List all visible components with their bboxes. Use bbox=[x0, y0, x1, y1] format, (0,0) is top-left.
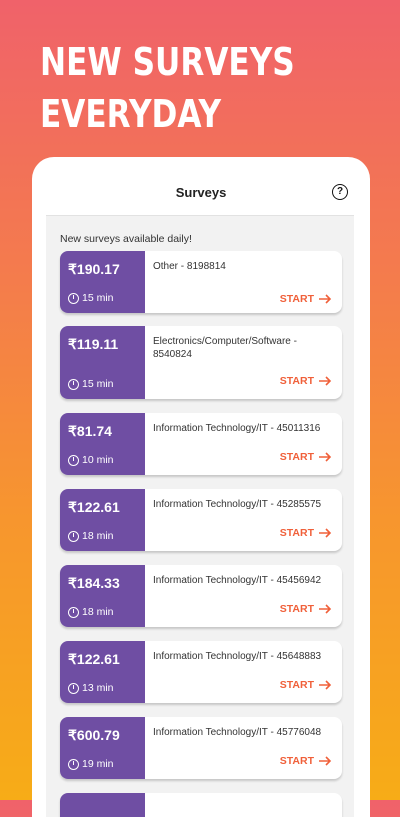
survey-reward-panel: ₹119.11 15 min bbox=[60, 326, 145, 399]
survey-info: Information Technology/IT - 45285575 bbox=[153, 498, 333, 551]
survey-card[interactable]: ₹81.74 10 min Information Technology/IT … bbox=[60, 413, 342, 475]
survey-info: Other - 8198814 bbox=[153, 260, 333, 313]
arrow-right-icon bbox=[319, 756, 332, 766]
survey-reward-panel: ₹81.74 10 min bbox=[60, 413, 145, 475]
survey-duration-row: 15 min bbox=[68, 292, 114, 304]
app-bar: Surveys ? bbox=[32, 157, 370, 217]
survey-duration-row: 13 min bbox=[68, 682, 114, 694]
start-button[interactable]: START bbox=[280, 293, 332, 305]
start-button[interactable]: START bbox=[280, 603, 332, 615]
start-button[interactable]: START bbox=[280, 679, 332, 691]
phone-frame: Surveys ? New surveys available daily! ₹… bbox=[32, 157, 370, 817]
survey-duration: 18 min bbox=[82, 606, 114, 618]
page-title: Surveys bbox=[175, 185, 227, 200]
start-button[interactable]: START bbox=[280, 527, 332, 539]
survey-name: Information Technology/IT - 45456942 bbox=[153, 575, 322, 586]
survey-card[interactable]: ₹119.11 15 min Electronics/Computer/Soft… bbox=[60, 326, 342, 399]
survey-reward-panel: ₹122.61 13 min bbox=[60, 641, 145, 703]
survey-duration-row: 18 min bbox=[68, 530, 114, 542]
survey-card[interactable]: ₹600.79 19 min Information Technology/IT… bbox=[60, 717, 342, 779]
survey-duration-row: 15 min bbox=[68, 378, 114, 390]
survey-amount: ₹81.74 bbox=[68, 423, 112, 439]
start-label: START bbox=[279, 375, 314, 387]
survey-duration: 19 min bbox=[82, 758, 114, 770]
survey-info: Electronics/Computer/Software - 8540824 bbox=[153, 335, 333, 399]
survey-duration: 15 min bbox=[82, 378, 114, 390]
survey-duration-row: 10 min bbox=[68, 454, 114, 466]
survey-name: Electronics/Computer/Software - 8540824 bbox=[153, 336, 297, 360]
survey-name: Information Technology/IT - 45648883 bbox=[153, 651, 322, 662]
survey-card[interactable]: ₹190.17 15 min Other - 8198814 START bbox=[60, 251, 342, 313]
survey-info: Information Technology/IT - 45648883 bbox=[153, 650, 333, 703]
survey-duration-row: 18 min bbox=[68, 606, 114, 618]
survey-info: Information Technology/IT - 45456942 bbox=[153, 574, 333, 627]
survey-name: Information Technology/IT - 45285575 bbox=[153, 499, 322, 510]
survey-duration-row: 19 min bbox=[68, 758, 114, 770]
timer-icon bbox=[68, 378, 79, 390]
survey-reward-panel: ₹122.61 18 min bbox=[60, 489, 145, 551]
arrow-right-icon bbox=[319, 680, 332, 690]
survey-name: Other - 8198814 bbox=[153, 261, 226, 272]
start-button[interactable]: START bbox=[280, 375, 332, 387]
start-label: START bbox=[279, 293, 314, 305]
survey-card[interactable]: ₹122.61 18 min Information Technology/IT… bbox=[60, 489, 342, 551]
arrow-right-icon bbox=[319, 528, 332, 538]
start-label: START bbox=[279, 527, 314, 539]
arrow-right-icon bbox=[319, 604, 332, 614]
survey-list-container: New surveys available daily! ₹190.17 15 … bbox=[46, 215, 354, 817]
timer-icon bbox=[68, 606, 79, 618]
survey-duration: 13 min bbox=[82, 682, 114, 694]
arrow-right-icon bbox=[319, 294, 332, 304]
arrow-right-icon bbox=[319, 376, 332, 386]
survey-reward-panel: ₹184.33 18 min bbox=[60, 565, 145, 627]
start-label: START bbox=[279, 451, 314, 463]
survey-duration: 18 min bbox=[82, 530, 114, 542]
survey-duration: 10 min bbox=[82, 454, 114, 466]
survey-card[interactable]: ₹184.33 18 min Information Technology/IT… bbox=[60, 565, 342, 627]
list-subtitle: New surveys available daily! bbox=[60, 233, 192, 245]
timer-icon bbox=[68, 530, 79, 542]
survey-info: Information Technology/IT - 45011316 bbox=[153, 422, 333, 475]
survey-amount: ₹119.11 bbox=[68, 336, 119, 352]
survey-amount: ₹190.17 bbox=[68, 261, 120, 277]
survey-name: Information Technology/IT - 45776048 bbox=[153, 727, 322, 738]
survey-card-partial[interactable] bbox=[60, 793, 342, 817]
start-label: START bbox=[279, 603, 314, 615]
timer-icon bbox=[68, 454, 79, 466]
arrow-right-icon bbox=[319, 452, 332, 462]
headline: NEW SURVEYS EVERYDAY bbox=[40, 36, 295, 140]
timer-icon bbox=[68, 758, 79, 770]
headline-line-1: NEW SURVEYS bbox=[40, 40, 295, 84]
survey-amount: ₹184.33 bbox=[68, 575, 120, 591]
start-button[interactable]: START bbox=[280, 755, 332, 767]
survey-name: Information Technology/IT - 45011316 bbox=[153, 423, 321, 434]
start-button[interactable]: START bbox=[280, 451, 332, 463]
survey-card[interactable]: ₹122.61 13 min Information Technology/IT… bbox=[60, 641, 342, 703]
survey-reward-panel bbox=[60, 793, 145, 817]
survey-amount: ₹122.61 bbox=[68, 499, 120, 515]
survey-info: Information Technology/IT - 45776048 bbox=[153, 726, 333, 779]
timer-icon bbox=[68, 682, 79, 694]
timer-icon bbox=[68, 292, 79, 304]
survey-reward-panel: ₹600.79 19 min bbox=[60, 717, 145, 779]
survey-reward-panel: ₹190.17 15 min bbox=[60, 251, 145, 313]
survey-amount: ₹122.61 bbox=[68, 651, 120, 667]
start-label: START bbox=[279, 755, 314, 767]
survey-amount: ₹600.79 bbox=[68, 727, 120, 743]
start-label: START bbox=[279, 679, 314, 691]
help-icon[interactable]: ? bbox=[332, 184, 348, 200]
survey-duration: 15 min bbox=[82, 292, 114, 304]
headline-line-2: EVERYDAY bbox=[40, 92, 222, 136]
